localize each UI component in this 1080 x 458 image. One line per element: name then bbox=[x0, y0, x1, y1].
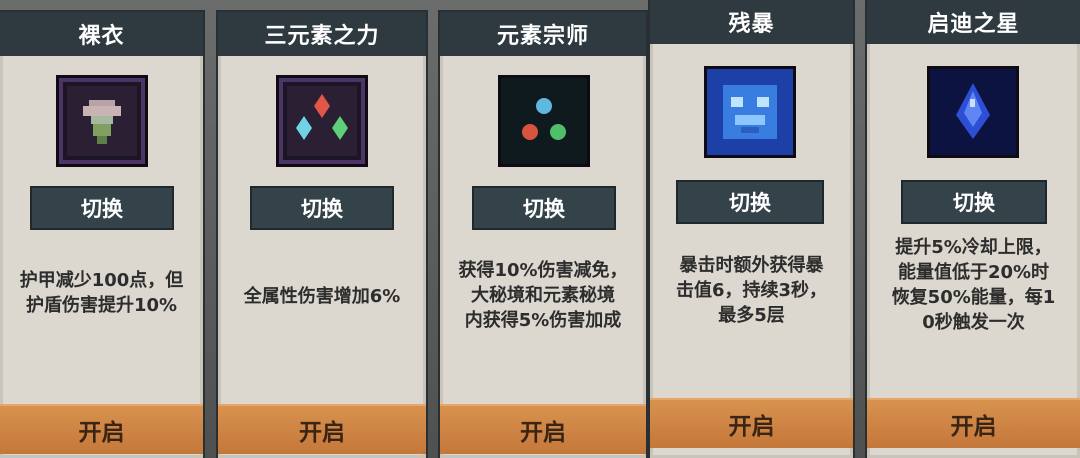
switch-button[interactable]: 切换 bbox=[676, 180, 824, 224]
open-button[interactable]: 开启 bbox=[867, 398, 1080, 448]
talent-selection-screen: 裸衣 切换 护甲减少100点，但 护盾伤害提升10% 开启 三元素之力 切换 全… bbox=[0, 0, 1080, 458]
talent-description: 护甲减少100点，但 护盾伤害提升10% bbox=[19, 270, 184, 316]
open-button[interactable]: 开启 bbox=[650, 398, 853, 448]
talent-card-element-master: 元素宗师 切换 获得10%伤害减免， 大秘境和元素秘境 内获得5%伤害加成 开启 bbox=[440, 12, 646, 458]
switch-button[interactable]: 切换 bbox=[250, 186, 394, 230]
card-title: 元素宗师 bbox=[440, 12, 646, 56]
talent-description: 全属性伤害增加6% bbox=[243, 286, 401, 307]
talent-description: 提升5%冷却上限， 能量值低于20%时 恢复50%能量，每1 0秒触发一次 bbox=[891, 237, 1056, 333]
talent-description: 暴击时额外获得暴 击值6，持续3秒， 最多5层 bbox=[675, 255, 828, 326]
card-title: 三元素之力 bbox=[218, 12, 426, 56]
talent-description: 获得10%伤害减免， 大秘境和元素秘境 内获得5%伤害加成 bbox=[458, 260, 628, 331]
card-title: 裸衣 bbox=[0, 12, 203, 56]
switch-button[interactable]: 切换 bbox=[472, 186, 616, 230]
open-button[interactable]: 开启 bbox=[0, 404, 203, 454]
talent-card-enlightenment-star: 启迪之星 切换 提升5%冷却上限， 能量值低于20%时 恢复50%能量，每1 0… bbox=[867, 0, 1080, 458]
card-title: 残暴 bbox=[650, 0, 853, 44]
blue-star-gem-icon bbox=[927, 66, 1019, 158]
card-title: 启迪之星 bbox=[867, 0, 1080, 44]
three-element-crystals-icon bbox=[276, 75, 368, 167]
talent-card-three-elements: 三元素之力 切换 全属性伤害增加6% 开启 bbox=[218, 12, 426, 458]
switch-button[interactable]: 切换 bbox=[30, 186, 174, 230]
talent-card-naked: 裸衣 切换 护甲减少100点，但 护盾伤害提升10% 开启 bbox=[0, 12, 203, 458]
switch-button[interactable]: 切换 bbox=[901, 180, 1047, 224]
flower-pot-icon bbox=[56, 75, 148, 167]
open-button[interactable]: 开启 bbox=[218, 404, 426, 454]
open-button[interactable]: 开启 bbox=[440, 404, 646, 454]
blue-beast-icon bbox=[704, 66, 796, 158]
talent-card-brutal: 残暴 切换 暴击时额外获得暴 击值6，持续3秒， 最多5层 开启 bbox=[650, 0, 853, 458]
element-orbs-icon bbox=[498, 75, 590, 167]
